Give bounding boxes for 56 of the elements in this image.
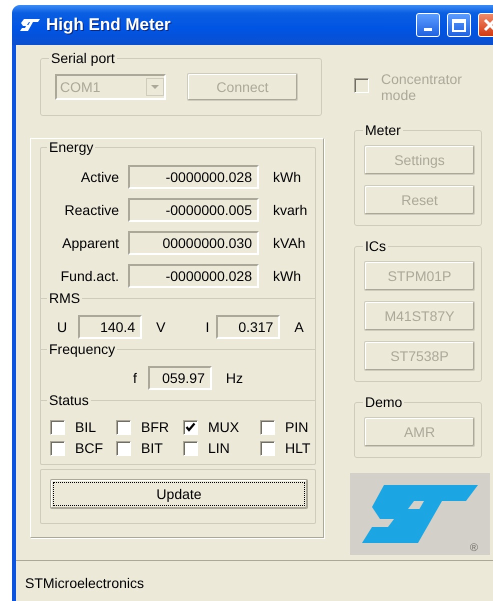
group-title: ICs: [363, 238, 388, 254]
checkbox[interactable]: [116, 440, 131, 456]
maximize-button[interactable]: [447, 13, 471, 37]
unit-label: kVAh: [273, 234, 306, 250]
close-icon: [483, 18, 493, 32]
checkbox-label: BFR: [141, 419, 169, 435]
checkbox-label: Concentrator mode: [381, 71, 463, 103]
checkbox-label: MUX: [208, 419, 240, 435]
st-logo-icon: [20, 19, 40, 31]
checkbox-label: BIT: [141, 440, 163, 456]
group-title: Meter: [363, 122, 403, 138]
checkbox[interactable]: [183, 440, 198, 456]
section-title: Energy: [47, 139, 96, 155]
registered-mark: ®: [470, 542, 478, 554]
checkbox-label: LIN: [208, 440, 230, 456]
section-title: Frequency: [47, 341, 118, 357]
maximize-icon: [452, 18, 466, 32]
field-label: Reactive: [64, 202, 119, 218]
field-label: Active: [80, 168, 119, 184]
minimize-button[interactable]: [416, 13, 440, 37]
unit-label: kWh: [273, 168, 301, 184]
window-title: High End Meter: [46, 15, 171, 35]
value-field: -0000000.028: [128, 164, 259, 188]
field-label: I: [205, 319, 210, 335]
minimize-icon: [424, 28, 432, 30]
unit-label: Hz: [226, 370, 244, 386]
checkbox[interactable]: [183, 420, 198, 434]
checkbox[interactable]: [116, 420, 131, 434]
section-title: Status: [47, 392, 91, 408]
unit-label: A: [294, 319, 304, 335]
field-label: Apparent: [61, 234, 119, 250]
checkbox[interactable]: [260, 420, 275, 434]
update-button[interactable]: Update: [50, 479, 308, 509]
unit-label: kvarh: [273, 202, 308, 218]
section-title: RMS: [47, 290, 82, 306]
value-field: 140.4: [78, 315, 142, 339]
checkbox[interactable]: [50, 440, 65, 456]
value-field: 059.97: [148, 366, 212, 390]
value-field: -0000000.005: [128, 198, 259, 222]
checkbox-label: HLT: [285, 440, 310, 456]
checkbox-label: BCF: [75, 440, 103, 456]
value-field: 0.317: [216, 315, 280, 339]
unit-label: V: [156, 319, 166, 335]
value-field: 00000000.030: [128, 230, 259, 254]
field-label: f: [133, 370, 137, 386]
value-field: -0000000.028: [128, 264, 259, 288]
field-label: Fund.act.: [60, 268, 119, 284]
checkbox[interactable]: [50, 420, 65, 434]
checkbox-label: PIN: [285, 419, 308, 435]
group-title: Serial port: [49, 50, 117, 66]
unit-label: kWh: [273, 268, 301, 284]
status-text: STMicroelectronics: [25, 575, 144, 591]
checkbox-label: BIL: [75, 419, 96, 435]
checkbox[interactable]: [260, 440, 275, 456]
field-label: U: [57, 319, 68, 335]
group-title: Demo: [363, 394, 404, 410]
